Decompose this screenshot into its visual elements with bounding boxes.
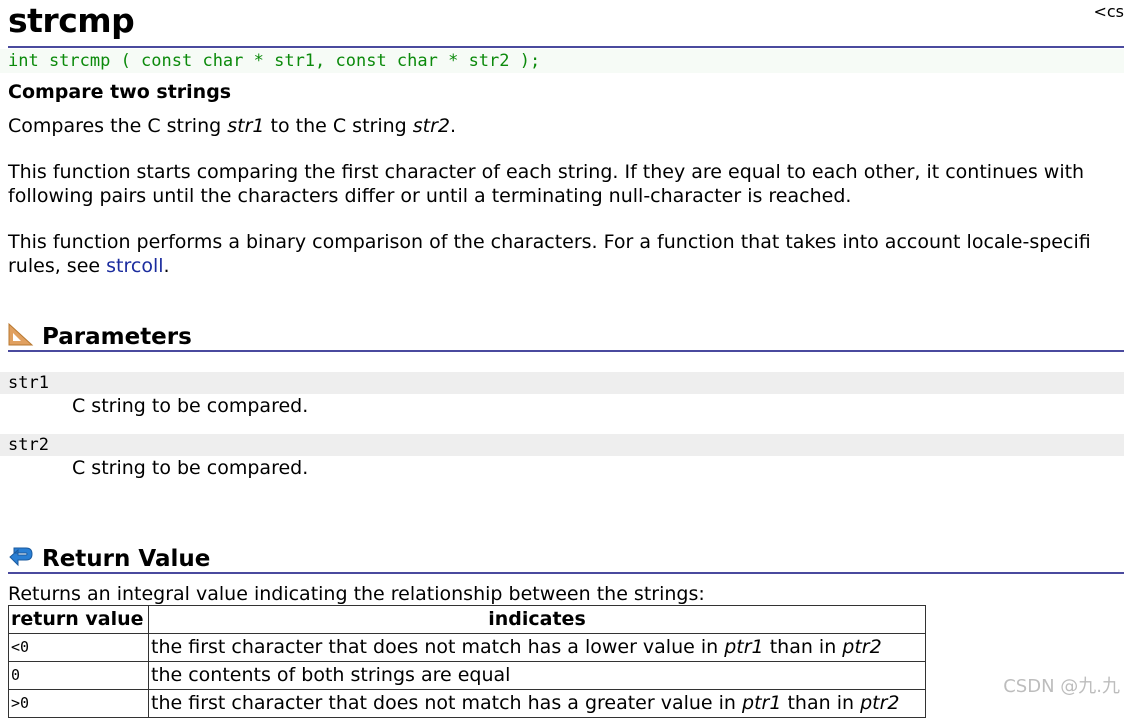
text: the first character that does not match … bbox=[151, 692, 743, 714]
param-ref: ptr2 bbox=[842, 636, 882, 658]
text-line: This function starts comparing the first… bbox=[8, 161, 1085, 183]
table-row: 0 the contents of both strings are equal bbox=[8, 661, 926, 690]
text: Compares the C string bbox=[8, 115, 228, 137]
text: than in bbox=[763, 636, 843, 658]
text-line: This function performs a binary comparis… bbox=[8, 231, 1091, 253]
return-arrow-icon bbox=[8, 544, 34, 574]
param-ref: str1 bbox=[227, 115, 265, 137]
param-desc-str1: C string to be compared. bbox=[72, 395, 309, 417]
page-title: strcmp bbox=[8, 1, 135, 40]
param-ref: ptr2 bbox=[860, 692, 900, 714]
indicates-cell: the first character that does not match … bbox=[148, 633, 926, 662]
table-row: <0 the first character that does not mat… bbox=[8, 633, 926, 662]
text-line: following pairs until the characters dif… bbox=[8, 185, 852, 207]
column-header: return value bbox=[8, 605, 149, 634]
return-value-table: return value indicates <0 the first char… bbox=[8, 605, 926, 718]
return-value-cell: <0 bbox=[8, 633, 149, 662]
function-summary: Compare two strings bbox=[8, 81, 232, 103]
column-header: indicates bbox=[148, 605, 926, 634]
text: . bbox=[163, 255, 170, 277]
text: than in bbox=[781, 692, 861, 714]
indicates-cell: the contents of both strings are equal bbox=[148, 661, 926, 690]
param-ref: ptr1 bbox=[742, 692, 782, 714]
parameters-heading: Parameters bbox=[8, 322, 192, 352]
param-ref: str2 bbox=[412, 115, 450, 137]
table-row: >0 the first character that does not mat… bbox=[8, 689, 926, 718]
heading-text: Parameters bbox=[42, 324, 192, 350]
text: the first character that does not match … bbox=[151, 636, 725, 658]
text: rules, see bbox=[8, 255, 107, 277]
description-paragraph-1: Compares the C string str1 to the C stri… bbox=[8, 114, 456, 138]
return-value-cell: >0 bbox=[8, 689, 149, 718]
parameters-divider bbox=[8, 350, 1124, 352]
param-ref: ptr1 bbox=[724, 636, 764, 658]
text-line: rules, see strcoll. bbox=[8, 254, 1091, 278]
set-square-icon bbox=[8, 322, 34, 352]
text: the contents of both strings are equal bbox=[151, 664, 511, 686]
function-prototype: int strcmp ( const char * str1, const ch… bbox=[0, 49, 1124, 73]
return-value-heading: Return Value bbox=[8, 544, 210, 574]
table-header-row: return value indicates bbox=[8, 605, 926, 634]
header-divider bbox=[8, 46, 1124, 48]
strcoll-link[interactable]: strcoll bbox=[106, 255, 163, 277]
param-name-str1: str1 bbox=[0, 372, 1124, 394]
csdn-watermark: CSDN @九.九 bbox=[1003, 676, 1120, 697]
return-value-intro: Returns an integral value indicating the… bbox=[8, 583, 705, 605]
param-desc-str2: C string to be compared. bbox=[72, 457, 309, 479]
heading-text: Return Value bbox=[42, 546, 211, 572]
header-library-tag[interactable]: <cs bbox=[1093, 2, 1124, 21]
description-paragraph-2: This function starts comparing the first… bbox=[8, 160, 1084, 208]
text: . bbox=[450, 115, 457, 137]
description-paragraph-3: This function performs a binary comparis… bbox=[8, 230, 1091, 278]
text: to the C string bbox=[264, 115, 413, 137]
return-value-cell: 0 bbox=[8, 661, 149, 690]
indicates-cell: the first character that does not match … bbox=[148, 689, 926, 718]
return-value-divider bbox=[8, 572, 1124, 574]
param-name-str2: str2 bbox=[0, 434, 1124, 456]
